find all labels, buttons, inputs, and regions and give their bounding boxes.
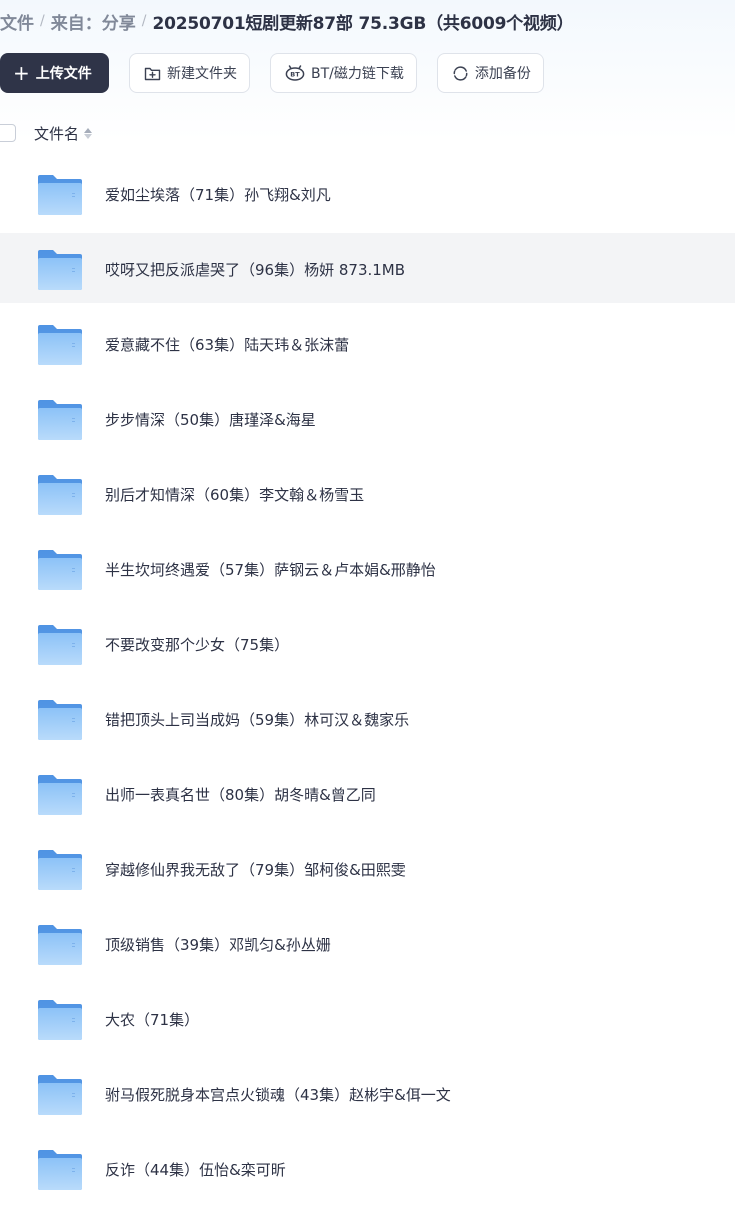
upload-button-label: 上传文件: [35, 66, 92, 82]
file-row[interactable]: 半生坎坷终遇爱（57集）萨钢云＆卢本娟&邢静怡: [0, 533, 735, 603]
sort-icon[interactable]: [84, 128, 93, 139]
file-row[interactable]: 哎呀又把反派虐哭了（96集）杨妍 873.1MB: [0, 233, 735, 303]
file-row[interactable]: 不要改变那个少女（75集）: [0, 608, 735, 678]
file-name[interactable]: 半生坎坷终遇爱（57集）萨钢云＆卢本娟&邢静怡: [105, 559, 436, 580]
folder-icon: [38, 1075, 82, 1115]
bt-download-button-label: BT/磁力链下载: [311, 66, 404, 82]
folder-icon: [38, 325, 82, 365]
bt-icon: BT: [285, 65, 305, 81]
file-list-header: 文件名: [0, 120, 735, 146]
file-row[interactable]: 反诈（44集）伍怡&栾可昕: [0, 1133, 735, 1203]
folder-icon: [38, 625, 82, 665]
column-header-filename[interactable]: 文件名: [34, 123, 93, 144]
select-all-checkbox[interactable]: [0, 124, 16, 142]
new-folder-button-label: 新建文件夹: [167, 66, 237, 82]
sync-icon: [453, 65, 468, 81]
file-name[interactable]: 爱意藏不住（63集）陆天玮＆张沫蕾: [105, 334, 349, 355]
file-name[interactable]: 大农（71集）: [105, 1009, 199, 1030]
file-name[interactable]: 不要改变那个少女（75集）: [105, 634, 289, 655]
breadcrumb-share-source[interactable]: 来自：分享: [51, 9, 136, 34]
plus-icon: +: [13, 61, 30, 85]
file-row[interactable]: 错把顶头上司当成妈（59集）林可汉＆魏家乐: [0, 683, 735, 753]
file-row[interactable]: 顶级销售（39集）邓凯匀&孙丛姗: [0, 908, 735, 978]
file-name[interactable]: 反诈（44集）伍怡&栾可昕: [105, 1159, 286, 1180]
folder-icon: [38, 175, 82, 215]
folder-icon: [38, 1150, 82, 1190]
file-name[interactable]: 穿越修仙界我无敌了（79集）邹柯俊&田熙雯: [105, 859, 406, 880]
folder-icon: [38, 1000, 82, 1040]
folder-icon: [38, 700, 82, 740]
file-row[interactable]: 出师一表真名世（80集）胡冬晴&曾乙同: [0, 758, 735, 828]
file-row[interactable]: 别后才知情深（60集）李文翰＆杨雪玉: [0, 458, 735, 528]
file-row[interactable]: 步步情深（50集）唐瑾泽&海星: [0, 383, 735, 453]
file-row[interactable]: 穿越修仙界我无敌了（79集）邹柯俊&田熙雯: [0, 833, 735, 903]
add-backup-button[interactable]: 添加备份: [436, 53, 544, 93]
bt-download-button[interactable]: BT BT/磁力链下载: [270, 53, 417, 93]
folder-icon: [38, 850, 82, 890]
breadcrumb-separator: /: [141, 13, 147, 29]
file-name[interactable]: 哎呀又把反派虐哭了（96集）杨妍 873.1MB: [105, 259, 405, 280]
folder-icon: [38, 400, 82, 440]
breadcrumb-root[interactable]: 文件: [0, 9, 34, 34]
file-name[interactable]: 驸马假死脱身本宫点火锁魂（43集）赵彬宇&佴一文: [105, 1084, 451, 1105]
column-header-filename-label: 文件名: [34, 125, 80, 143]
file-name[interactable]: 出师一表真名世（80集）胡冬晴&曾乙同: [105, 784, 376, 805]
file-row[interactable]: 驸马假死脱身本宫点火锁魂（43集）赵彬宇&佴一文: [0, 1058, 735, 1128]
upload-button[interactable]: + 上传文件: [0, 53, 109, 93]
folder-icon: [38, 550, 82, 590]
file-name[interactable]: 错把顶头上司当成妈（59集）林可汉＆魏家乐: [105, 709, 409, 730]
file-name[interactable]: 步步情深（50集）唐瑾泽&海星: [105, 409, 316, 430]
file-row[interactable]: 大农（71集）: [0, 983, 735, 1053]
file-name[interactable]: 别后才知情深（60集）李文翰＆杨雪玉: [105, 484, 364, 505]
folder-icon: [38, 250, 82, 290]
breadcrumb-separator: /: [40, 13, 45, 29]
file-name[interactable]: 爱如尘埃落（71集）孙飞翔&刘凡: [105, 184, 331, 205]
svg-text:BT: BT: [290, 71, 300, 79]
breadcrumb-current-folder: 20250701短剧更新87部 75.3GB（共6009个视频）: [152, 13, 574, 34]
folder-plus-icon: [144, 67, 161, 80]
folder-icon: [38, 475, 82, 515]
toolbar: + 上传文件 新建文件夹 BT BT/磁力链下载 添加备份: [0, 53, 544, 93]
file-row[interactable]: 爱意藏不住（63集）陆天玮＆张沫蕾: [0, 308, 735, 378]
file-row[interactable]: 爱如尘埃落（71集）孙飞翔&刘凡: [0, 158, 735, 228]
new-folder-button[interactable]: 新建文件夹: [129, 53, 250, 93]
add-backup-button-label: 添加备份: [474, 66, 531, 82]
file-name[interactable]: 顶级销售（39集）邓凯匀&孙丛姗: [105, 934, 331, 955]
breadcrumb: 文件 / 来自：分享 / 20250701短剧更新87部 75.3GB（共600…: [0, 9, 574, 34]
folder-icon: [38, 925, 82, 965]
folder-icon: [38, 775, 82, 815]
